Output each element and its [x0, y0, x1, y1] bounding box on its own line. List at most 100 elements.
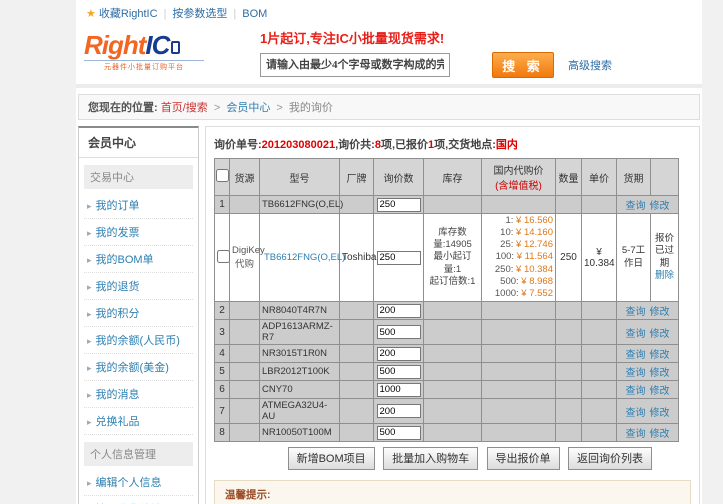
sidebar-link[interactable]: 我的积分 [96, 308, 140, 320]
inquiry-qty-input[interactable] [377, 426, 421, 440]
sidebar-link[interactable]: 我的BOM单 [96, 254, 154, 266]
row-stock [424, 345, 482, 363]
row-unit [582, 196, 617, 214]
row-unit [582, 320, 617, 345]
row-price [482, 302, 556, 320]
sidebar-link[interactable]: 兑换礼品 [96, 416, 140, 428]
query-link[interactable]: 查询 [626, 408, 646, 419]
inquiry-row-8: 8 NR10050T100M 查询修改 [215, 424, 679, 442]
select-all-checkbox[interactable] [216, 169, 229, 182]
row-actions: 查询修改 [617, 302, 679, 320]
query-link[interactable]: 查询 [626, 307, 646, 318]
breadcrumb: 您现在的位置: 首页/搜索 > 会员中心 > 我的询价 [78, 94, 700, 120]
sidebar-link[interactable]: 我的退货 [96, 281, 140, 293]
col-model: 型号 [260, 159, 340, 196]
quote-status: 报价已过期 删除 [651, 214, 679, 302]
search-button[interactable]: 搜 索 [492, 52, 554, 78]
inquiry-qty-input[interactable] [377, 347, 421, 361]
summary-label: 项,交货地点: [434, 139, 496, 151]
table-header-row: 货源 型号 厂牌 询价数 库存 国内代购价(含增值税) 数量 单价 货期 [215, 159, 679, 196]
modify-link[interactable]: 修改 [650, 201, 670, 212]
price-tier: 1: ¥ 16.560 [484, 215, 553, 227]
row-brand [340, 320, 374, 345]
row-price [482, 399, 556, 424]
search-input[interactable] [260, 53, 450, 77]
promo-text: 1片起订,专注IC小批量现货需求! [260, 28, 694, 47]
back-to-inquiry-list-button[interactable]: 返回询价列表 [568, 447, 652, 470]
row-source [230, 399, 260, 424]
header-checkbox-cell [215, 159, 230, 196]
favorite-link[interactable]: 收藏RightIC [99, 8, 158, 20]
row-qty [556, 399, 582, 424]
chip-icon [171, 41, 180, 54]
sidebar-link[interactable]: 我的余额(美金) [96, 362, 169, 374]
batch-add-to-cart-button[interactable]: 批量加入购物车 [383, 447, 478, 470]
breadcrumb-member-link[interactable]: 会员中心 [226, 102, 270, 114]
inquiry-qty-input[interactable] [377, 304, 421, 318]
modify-link[interactable]: 修改 [650, 329, 670, 340]
export-quote-button[interactable]: 导出报价单 [487, 447, 560, 470]
inquiry-qty-input[interactable] [377, 365, 421, 379]
row-unit [582, 381, 617, 399]
logo[interactable]: RightIC 元器件小批量订购平台 [84, 26, 244, 72]
delivery-place: 国内 [496, 139, 518, 151]
query-link[interactable]: 查询 [626, 329, 646, 340]
sidebar-item-returns[interactable]: 我的退货 [84, 273, 193, 300]
sidebar-item-orders[interactable]: 我的订单 [84, 192, 193, 219]
param-select-link[interactable]: 按参数选型 [172, 8, 227, 20]
sidebar-link[interactable]: 我的订单 [96, 200, 140, 212]
add-bom-item-button[interactable]: 新增BOM项目 [288, 447, 375, 470]
inquiry-qty-input[interactable] [377, 383, 421, 397]
row-qty [556, 320, 582, 345]
row-qty [556, 345, 582, 363]
modify-link[interactable]: 修改 [650, 429, 670, 440]
sidebar-link[interactable]: 我的余额(人民币) [96, 335, 180, 347]
sidebar-item-gifts[interactable]: 兑换礼品 [84, 408, 193, 435]
advanced-search-link[interactable]: 高级搜索 [568, 57, 612, 73]
logo-tagline: 元器件小批量订购平台 [84, 60, 204, 72]
inquiry-qty-input[interactable] [377, 404, 421, 418]
breadcrumb-home-link[interactable]: 首页/搜索 [161, 102, 208, 114]
delete-link[interactable]: 删除 [655, 270, 674, 281]
query-link[interactable]: 查询 [626, 386, 646, 397]
sidebar-item-balance-rmb[interactable]: 我的余额(人民币) [84, 327, 193, 354]
row-actions: 查询修改 [617, 345, 679, 363]
sidebar-link[interactable]: 我的消息 [96, 389, 140, 401]
quote-row-checkbox[interactable] [217, 250, 230, 263]
sidebar-item-invoices[interactable]: 我的发票 [84, 219, 193, 246]
modify-link[interactable]: 修改 [650, 386, 670, 397]
sidebar-item-balance-usd[interactable]: 我的余额(美金) [84, 354, 193, 381]
sidebar-item-bom[interactable]: 我的BOM单 [84, 246, 193, 273]
row-index: 5 [215, 363, 230, 381]
inquiry-qty-input[interactable] [377, 251, 421, 265]
sidebar-link[interactable]: 编辑个人信息 [96, 477, 162, 489]
row-stock [424, 381, 482, 399]
breadcrumb-current: 我的询价 [289, 102, 333, 114]
query-link[interactable]: 查询 [626, 350, 646, 361]
sidebar-item-edit-profile[interactable]: 编辑个人信息 [84, 469, 193, 496]
quote-stock: 库存数 量:14905 最小起订量:1 起订倍数:1 [424, 214, 482, 302]
quote-lead-time: 5-7工作日 [617, 214, 651, 302]
modify-link[interactable]: 修改 [650, 350, 670, 361]
row-brand [340, 399, 374, 424]
query-link[interactable]: 查询 [626, 201, 646, 212]
inquiry-qty-input[interactable] [377, 198, 421, 212]
sidebar-link[interactable]: 我的发票 [96, 227, 140, 239]
inquiry-qty-input[interactable] [377, 325, 421, 339]
modify-link[interactable]: 修改 [650, 307, 670, 318]
query-link[interactable]: 查询 [626, 429, 646, 440]
row-price [482, 345, 556, 363]
inquiry-row-3: 3 ADP1613ARMZ-R7 查询修改 [215, 320, 679, 345]
sidebar-item-messages[interactable]: 我的消息 [84, 381, 193, 408]
modify-link[interactable]: 修改 [650, 368, 670, 379]
row-model: LBR2012T100K [260, 363, 340, 381]
bom-link[interactable]: BOM [242, 8, 267, 20]
modify-link[interactable]: 修改 [650, 408, 670, 419]
query-link[interactable]: 查询 [626, 368, 646, 379]
row-index: 1 [215, 196, 230, 214]
quote-checkbox-cell [215, 214, 230, 302]
sidebar-item-addresses[interactable]: 管理收货地址 [84, 496, 193, 504]
sidebar-item-points[interactable]: 我的积分 [84, 300, 193, 327]
row-index: 2 [215, 302, 230, 320]
part-link[interactable]: TB6612FNG(O,EL) [264, 252, 345, 263]
